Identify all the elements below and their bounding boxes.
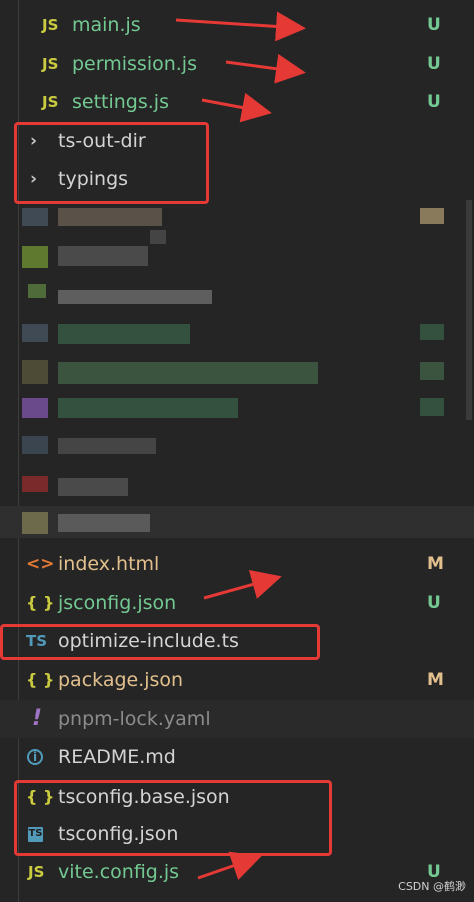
arrow-vite-config [197, 851, 262, 881]
arrow-settings-js [201, 92, 272, 123]
arrow-main-js [175, 11, 306, 42]
watermark: CSDN @鹤渺 [398, 880, 466, 893]
arrow-jsconfig [203, 569, 282, 600]
annotation-arrows [175, 11, 306, 881]
arrow-permission-js [225, 53, 306, 84]
